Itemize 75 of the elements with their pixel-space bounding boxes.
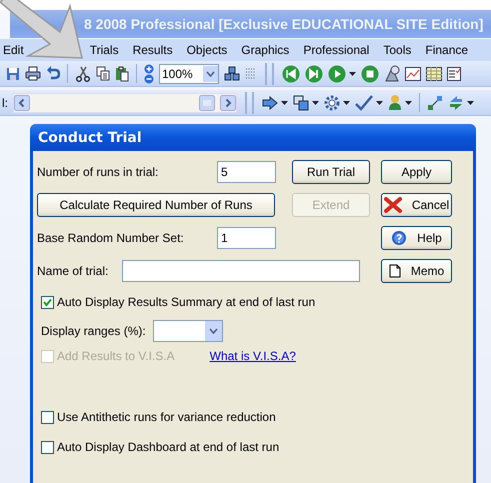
menu-item[interactable]: Graphics [241,43,290,57]
zoom-spinner-icon[interactable] [144,64,154,84]
connector-icon[interactable] [427,94,443,110]
table-icon[interactable] [426,66,442,80]
toolbar-grip[interactable] [245,92,254,114]
menu-item[interactable]: Tools [383,43,412,57]
checkbox-label: Add Results to V.I.S.A [57,349,175,363]
dialog-button[interactable]: Apply [381,160,452,184]
help-icon [391,230,408,246]
undo-icon[interactable] [46,66,60,81]
copy-icon[interactable] [96,66,110,81]
cut-icon[interactable] [75,66,91,82]
close-icon [384,196,402,212]
checkbox-label: Auto Display Dashboard at end of last run [57,440,280,454]
dialog-button[interactable]: Run Trial [292,160,370,184]
caret-icon[interactable] [349,72,356,76]
grid-icon[interactable] [245,68,257,80]
dropdown-icon[interactable] [206,70,215,76]
checkmark-icon[interactable] [355,94,373,110]
dropdown-field[interactable] [152,320,223,342]
menu-item[interactable]: Finance [425,43,468,57]
memo-button[interactable]: Memo [381,258,452,282]
input-field[interactable]: 5 [217,160,276,182]
stop-icon[interactable] [361,64,379,82]
step-icon[interactable] [305,64,323,82]
checkbox[interactable] [41,440,54,454]
caret-icon[interactable] [376,100,383,104]
cone-icon[interactable] [384,64,400,82]
menu-item[interactable]: Edit [3,43,24,57]
caret-icon[interactable] [281,100,288,104]
caret-icon[interactable] [312,100,319,104]
input-field[interactable]: 1 [217,226,276,248]
checkbox-label: Use Antithetic runs for variance reduction [57,410,276,424]
menu-item[interactable]: Objects [186,43,228,57]
document-icon [388,264,401,278]
windows-icon[interactable] [293,94,309,110]
menu-item[interactable]: Professional [303,43,370,57]
field-label: Display ranges (%): [41,324,146,338]
scroll-left-icon[interactable] [14,94,30,110]
input-field[interactable] [122,260,360,282]
dropdown-icon[interactable] [208,328,218,334]
caret-icon[interactable] [343,100,350,104]
person-icon[interactable] [388,94,402,111]
cancel-button[interactable]: Cancel [381,192,452,216]
dialog-button[interactable]: Calculate Required Number of Runs [37,192,275,216]
play-icon[interactable] [328,64,346,82]
window-title: 8 2008 Professional [Exclusive EDUCATIONAL SITE Edition] [83,16,484,32]
chart-icon[interactable] [405,66,421,80]
arrow-right-icon[interactable] [262,96,278,110]
paste-icon[interactable] [115,66,129,82]
menu-item[interactable]: Trials [90,43,119,57]
checkbox[interactable] [41,410,54,424]
help-link[interactable]: What is V.I.S.A? [210,349,296,363]
toolbar-grip[interactable] [265,62,274,84]
scroll-thumb-icon[interactable] [199,94,215,110]
help-button[interactable]: Help [381,226,452,250]
gear-icon[interactable] [324,94,340,110]
caret-icon[interactable] [467,100,474,104]
checkbox-label: Auto Display Results Summary at end of last run [57,295,316,309]
print-icon[interactable] [25,66,41,81]
field-label: Name of trial: [37,264,108,278]
toolbar-label: l: [2,96,8,110]
menu-item[interactable]: Results [132,43,173,57]
cubes-icon[interactable] [224,66,240,81]
checkbox[interactable] [41,296,54,308]
zoom-combo[interactable]: 100% [159,64,219,84]
scroll-right-icon[interactable] [220,94,236,110]
save-icon[interactable] [6,66,20,80]
rewind-icon[interactable] [282,64,300,82]
dialog-title: Conduct Trial [38,130,142,146]
field-label: Base Random Number Set: [37,230,185,244]
arrows-icon[interactable] [448,94,464,110]
checklist-icon[interactable] [447,66,461,80]
caret-icon[interactable] [405,100,412,104]
field-label: Number of runs in trial: [37,164,160,178]
